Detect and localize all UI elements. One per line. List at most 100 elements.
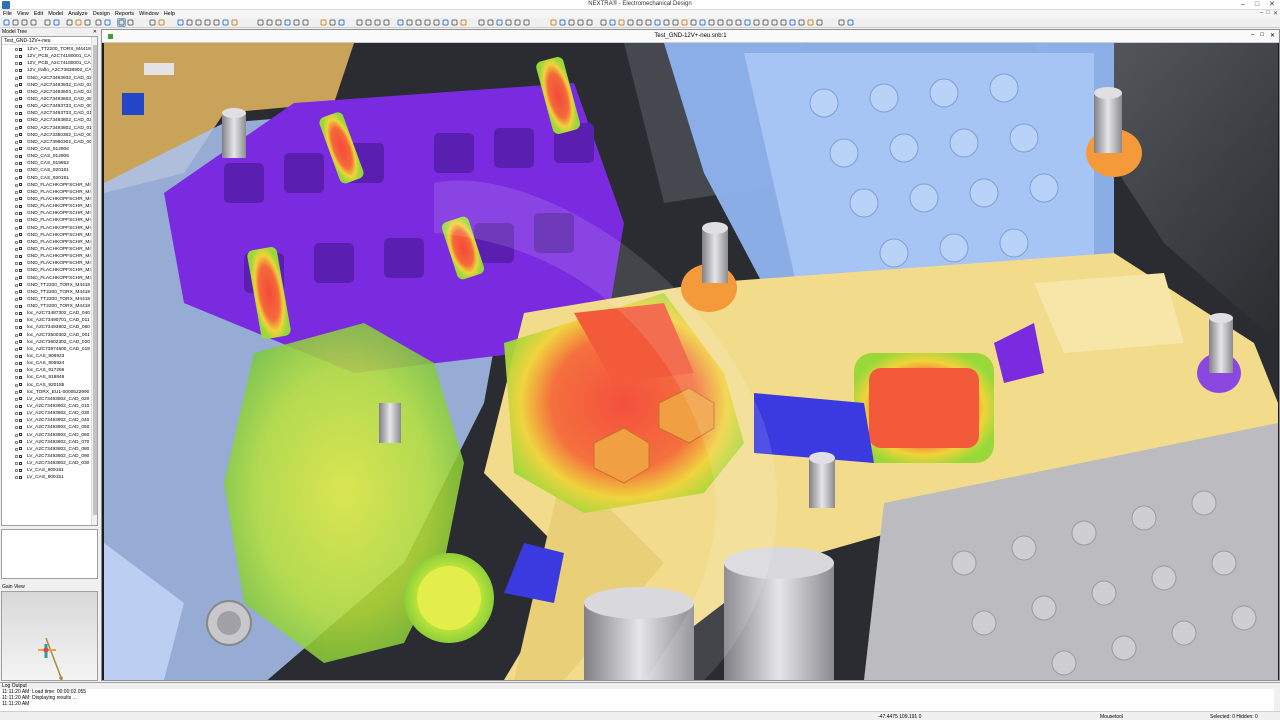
probe-icon[interactable] bbox=[397, 19, 404, 26]
view-top-icon[interactable] bbox=[231, 19, 238, 26]
pan-icon[interactable] bbox=[186, 19, 193, 26]
visibility-checkbox[interactable] bbox=[19, 226, 22, 230]
tree-item[interactable]: GND_FLACHKOPFSCHR_M4 bbox=[2, 239, 91, 246]
visibility-checkbox[interactable] bbox=[19, 90, 22, 94]
visibility-checkbox[interactable] bbox=[19, 76, 22, 80]
label-icon[interactable] bbox=[442, 19, 449, 26]
result-icon[interactable] bbox=[374, 19, 381, 26]
select-icon[interactable] bbox=[117, 18, 126, 27]
tree-scrollbar[interactable] bbox=[91, 37, 97, 525]
view-front-icon[interactable] bbox=[195, 19, 202, 26]
tree-item[interactable]: GND_CAS_912906 bbox=[2, 153, 91, 160]
tree-item[interactable]: GND_FLACHKOPFSCHR_M4 bbox=[2, 203, 91, 210]
tree-item[interactable]: 12V_traflo_A2C73838902_CAD bbox=[2, 67, 91, 74]
expand-icon[interactable] bbox=[15, 176, 18, 180]
visibility-checkbox[interactable] bbox=[19, 83, 22, 87]
print-icon[interactable] bbox=[30, 19, 37, 26]
expand-icon[interactable] bbox=[15, 255, 18, 259]
macro-icon[interactable] bbox=[789, 19, 796, 26]
visibility-checkbox[interactable] bbox=[19, 68, 22, 72]
expand-icon[interactable] bbox=[15, 162, 18, 166]
viewport-close-button[interactable]: ✕ bbox=[1270, 32, 1275, 39]
menu-item-window[interactable]: Window bbox=[139, 11, 159, 17]
filter-icon[interactable] bbox=[753, 19, 760, 26]
tree-item[interactable]: LV_A2C73493802_CAD_040 bbox=[2, 417, 91, 424]
visibility-checkbox[interactable] bbox=[19, 340, 22, 344]
menu-item-model[interactable]: Model bbox=[48, 11, 63, 17]
solve-icon[interactable] bbox=[365, 19, 372, 26]
explode-icon[interactable] bbox=[681, 19, 688, 26]
select-part-icon[interactable] bbox=[600, 19, 607, 26]
find-icon[interactable] bbox=[84, 19, 91, 26]
light-icon[interactable] bbox=[293, 19, 300, 26]
tree-item[interactable]: GND_A2C73493733_CAD_012 bbox=[2, 110, 91, 117]
tree-item[interactable]: GND_TT2200_TORX_M4418 bbox=[2, 303, 91, 310]
visibility-checkbox[interactable] bbox=[19, 111, 22, 115]
expand-icon[interactable] bbox=[15, 247, 18, 251]
cut-icon[interactable] bbox=[44, 19, 51, 26]
align-icon[interactable] bbox=[690, 19, 697, 26]
visibility-checkbox[interactable] bbox=[19, 140, 22, 144]
visibility-checkbox[interactable] bbox=[19, 276, 22, 279]
visibility-checkbox[interactable] bbox=[19, 61, 22, 65]
tree-item[interactable]: GND_CAS_920191 bbox=[2, 175, 91, 182]
tree-item[interactable]: GND_A2C73493802_CAD_020 bbox=[2, 117, 91, 124]
tree-item[interactable]: loc_CAS_920185 bbox=[2, 382, 91, 389]
tree-item[interactable]: LV_A2C73493802_CAD_020 bbox=[2, 396, 91, 403]
tree-item[interactable]: loc_A2C73493802_CAD_060 bbox=[2, 324, 91, 331]
visibility-checkbox[interactable] bbox=[19, 447, 22, 451]
visibility-checkbox[interactable] bbox=[19, 147, 22, 151]
expand-icon[interactable] bbox=[15, 290, 18, 294]
delete-icon[interactable] bbox=[75, 19, 82, 26]
visibility-checkbox[interactable] bbox=[19, 240, 22, 244]
visibility-checkbox[interactable] bbox=[19, 347, 22, 351]
expand-icon[interactable] bbox=[15, 197, 18, 201]
expand-icon[interactable] bbox=[15, 62, 18, 66]
tree-item[interactable]: loc_CAS_917256 bbox=[2, 367, 91, 374]
tree-item[interactable]: GND_FLACHKOPFSCHR_M4 bbox=[2, 275, 91, 282]
expand-icon[interactable] bbox=[15, 147, 18, 151]
visibility-checkbox[interactable] bbox=[19, 425, 22, 429]
tree-item[interactable]: GND_FLACHKOPFSCHR_M4 bbox=[2, 267, 91, 274]
expand-icon[interactable] bbox=[15, 319, 18, 323]
tree-item[interactable]: GND_FLACHKOPFSCHR_M4 bbox=[2, 225, 91, 232]
zoom-icon[interactable] bbox=[158, 19, 165, 26]
expand-icon[interactable] bbox=[15, 183, 18, 187]
select-node-icon[interactable] bbox=[627, 19, 634, 26]
isolate-icon[interactable] bbox=[654, 19, 661, 26]
tree-item[interactable]: LV_A2C73493802_CAD_030 bbox=[2, 460, 91, 467]
tile-icon[interactable] bbox=[838, 19, 845, 26]
fit-icon[interactable] bbox=[177, 19, 184, 26]
measure-icon[interactable] bbox=[320, 19, 327, 26]
paste-icon[interactable] bbox=[66, 19, 73, 26]
group-icon[interactable] bbox=[708, 19, 715, 26]
tree-item[interactable]: GND_CAS_912906 bbox=[2, 146, 91, 153]
expand-icon[interactable] bbox=[15, 276, 18, 280]
visibility-checkbox[interactable] bbox=[19, 454, 22, 458]
visibility-checkbox[interactable] bbox=[19, 383, 22, 387]
plugin-icon[interactable] bbox=[807, 19, 814, 26]
select-edge-icon[interactable] bbox=[618, 19, 625, 26]
expand-icon[interactable] bbox=[15, 76, 18, 80]
view-back-icon[interactable] bbox=[204, 19, 211, 26]
script-icon[interactable] bbox=[798, 19, 805, 26]
visibility-checkbox[interactable] bbox=[19, 233, 22, 237]
section-icon[interactable] bbox=[329, 19, 336, 26]
scale-icon[interactable] bbox=[415, 19, 422, 26]
mesh-icon[interactable] bbox=[356, 19, 363, 26]
visibility-checkbox[interactable] bbox=[19, 404, 22, 408]
expand-icon[interactable] bbox=[15, 412, 18, 416]
mdi-restore-button[interactable]: □ bbox=[1266, 10, 1270, 17]
visibility-checkbox[interactable] bbox=[19, 47, 22, 51]
visibility-checkbox[interactable] bbox=[19, 161, 22, 165]
menu-item-design[interactable]: Design bbox=[93, 11, 110, 17]
expand-icon[interactable] bbox=[15, 90, 18, 94]
tree-item[interactable]: loc_CAS_906924 bbox=[2, 360, 91, 367]
tree-item[interactable]: loc_A2C73602302_CAD_020 bbox=[2, 339, 91, 346]
log-scrollbar[interactable] bbox=[1274, 689, 1280, 711]
expand-icon[interactable] bbox=[15, 269, 18, 273]
expand-icon[interactable] bbox=[15, 469, 18, 473]
visibility-checkbox[interactable] bbox=[19, 304, 22, 308]
expand-icon[interactable] bbox=[15, 305, 18, 309]
menu-item-analyze[interactable]: Analyze bbox=[68, 11, 88, 17]
